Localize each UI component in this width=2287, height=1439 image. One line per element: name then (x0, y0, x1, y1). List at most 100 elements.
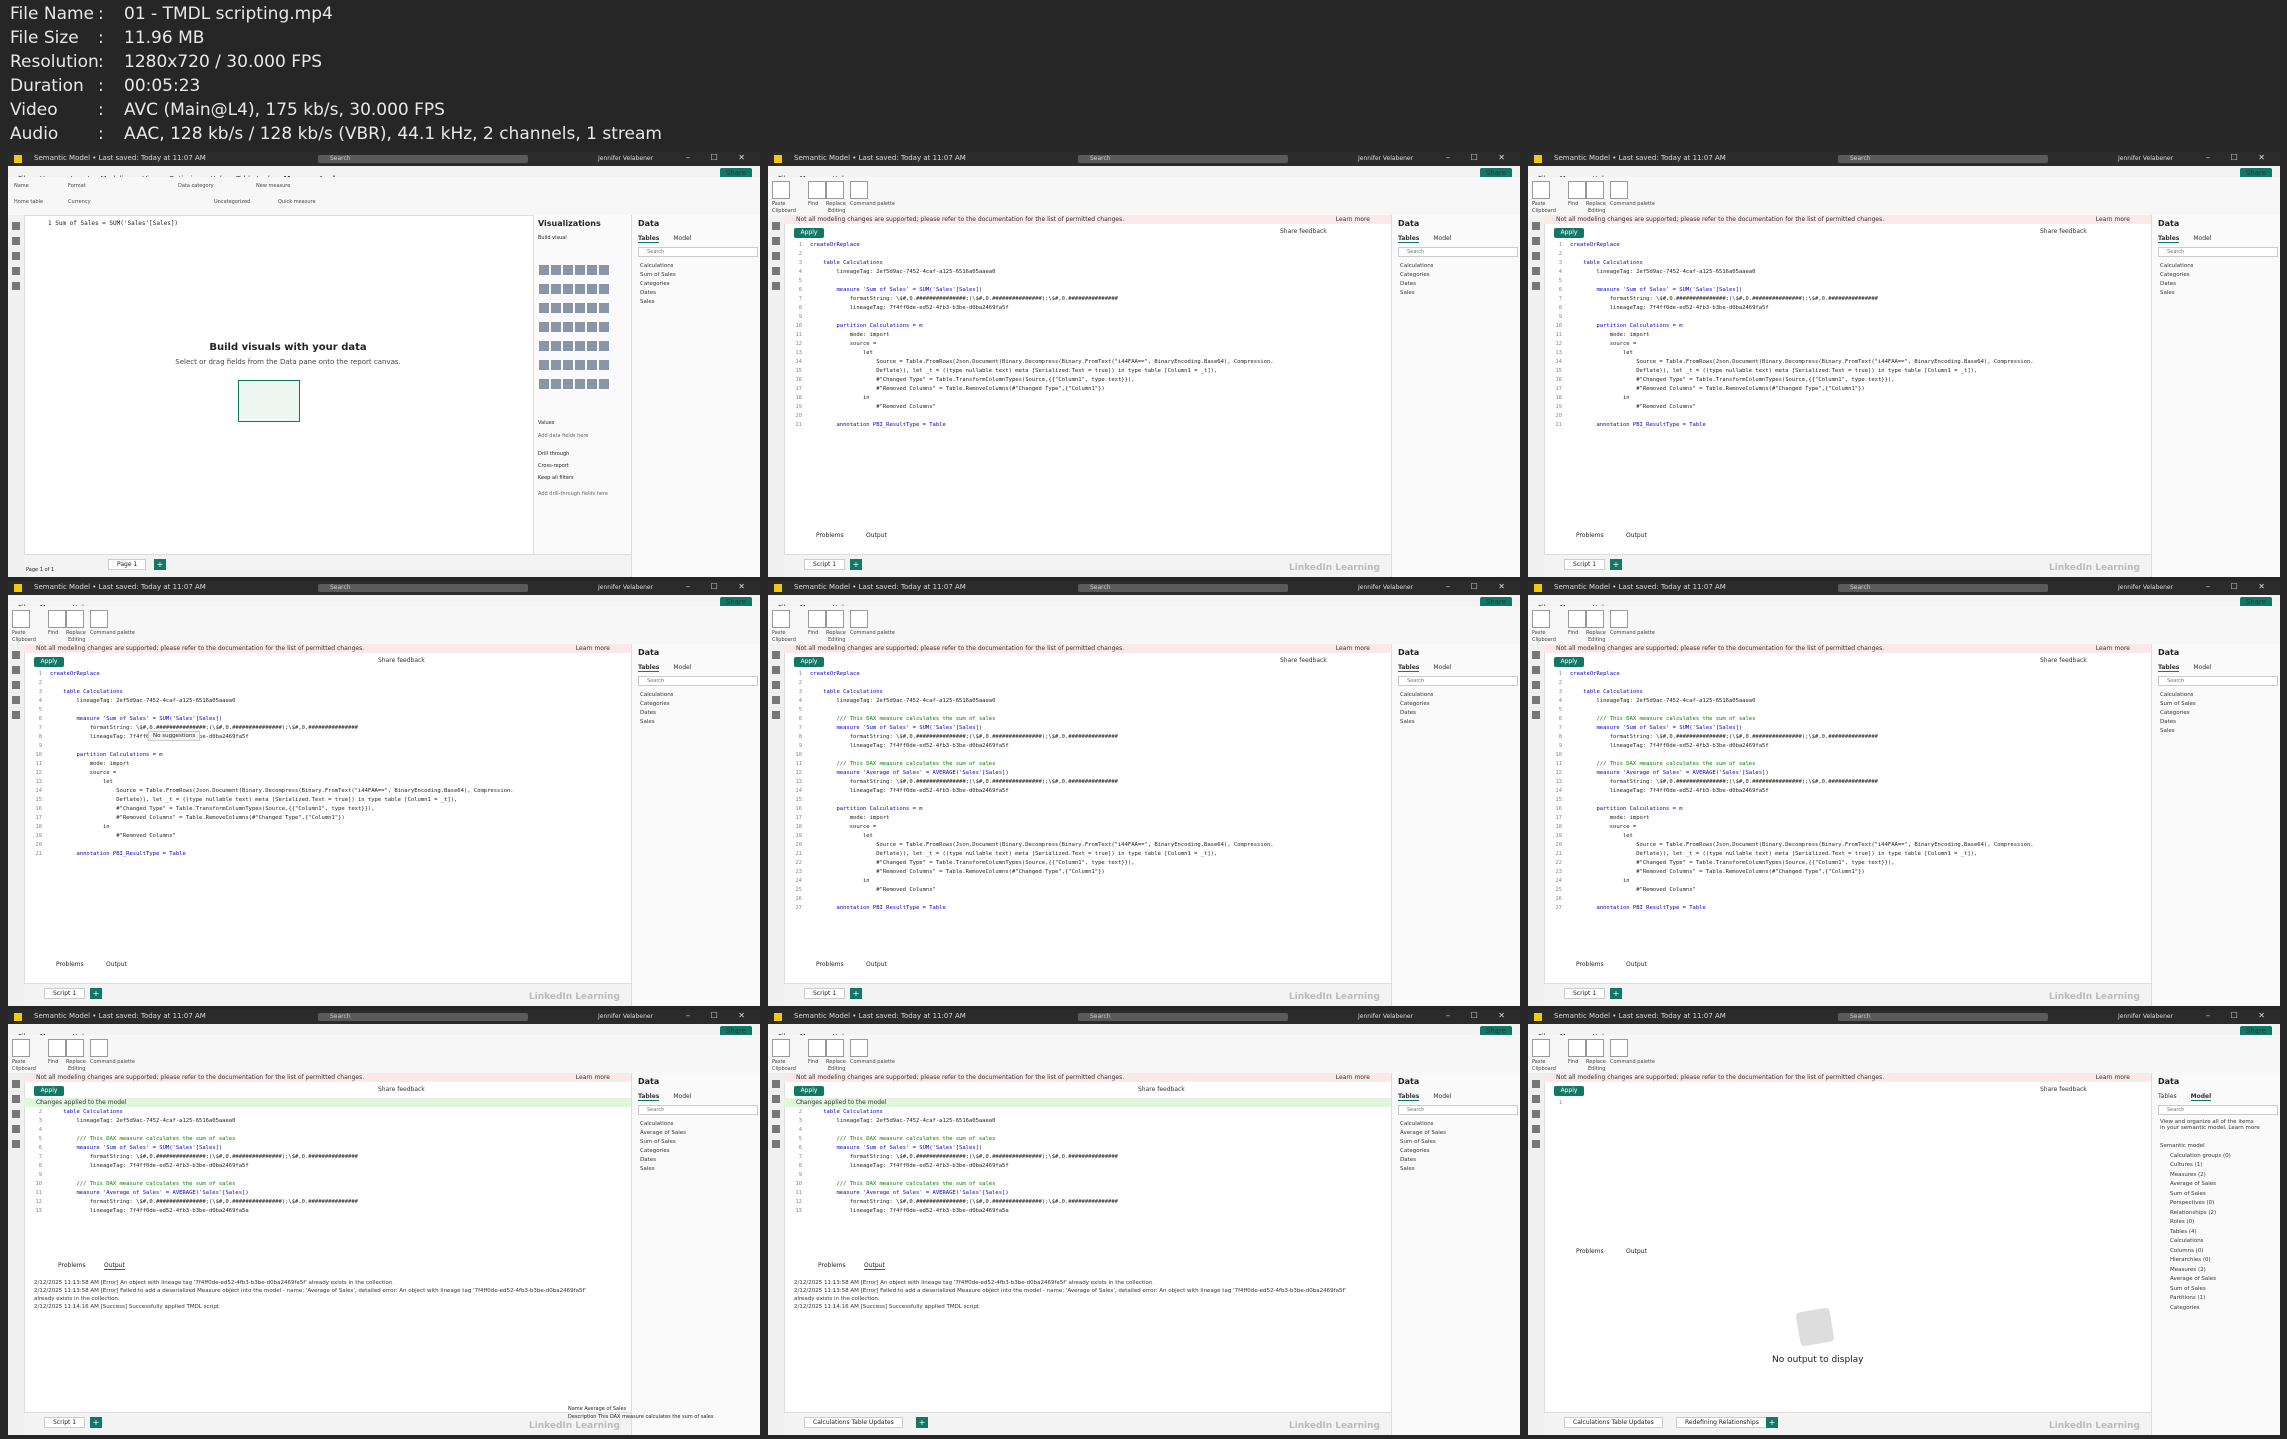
view-icon[interactable] (1532, 282, 1540, 290)
table-tree-item[interactable]: Calculations (1400, 1121, 1434, 1127)
tab-model[interactable]: Model (673, 235, 691, 242)
view-icon[interactable] (12, 711, 20, 719)
tab-tables[interactable]: Tables (1398, 235, 1420, 243)
tab-model[interactable]: Model (1433, 1093, 1451, 1100)
visual-type-icon[interactable] (563, 322, 573, 332)
visual-type-icon[interactable] (551, 341, 561, 351)
view-icon[interactable] (772, 222, 780, 230)
visual-type-icon[interactable] (587, 265, 597, 275)
command-palette-icon[interactable] (90, 610, 108, 628)
output-tab[interactable]: Output (866, 532, 887, 539)
visual-type-icon[interactable] (587, 379, 597, 389)
model-tree-item[interactable]: Sum of Sales (2170, 1191, 2206, 1197)
add-script-button[interactable]: + (1766, 1417, 1778, 1428)
clipboard-icon[interactable] (1532, 610, 1550, 628)
table-tree-item[interactable]: Calculations (2160, 263, 2194, 269)
replace-icon[interactable] (826, 610, 844, 628)
window-controls[interactable]: – ☐ ✕ (1446, 153, 1514, 162)
data-search-input[interactable]: Search (1398, 676, 1518, 686)
add-page-button[interactable]: + (154, 559, 166, 570)
view-icon[interactable] (772, 252, 780, 260)
learn-more-link[interactable]: Learn more (576, 1073, 610, 1082)
find-icon[interactable] (1568, 610, 1586, 628)
visual-type-icon[interactable] (599, 379, 609, 389)
visual-type-icon[interactable] (563, 360, 573, 370)
visual-type-icon[interactable] (599, 303, 609, 313)
clipboard-icon[interactable] (1532, 1039, 1550, 1057)
visual-type-icon[interactable] (539, 360, 549, 370)
view-icon[interactable] (1532, 222, 1540, 230)
command-palette-icon[interactable] (850, 181, 868, 199)
problems-tab[interactable]: Problems (816, 532, 844, 539)
command-palette-icon[interactable] (1610, 610, 1628, 628)
visual-type-icon[interactable] (575, 341, 585, 351)
visual-type-icon[interactable] (563, 341, 573, 351)
share-feedback-link[interactable]: Share feedback (2040, 228, 2087, 235)
apply-button[interactable]: Apply (34, 657, 64, 667)
replace-icon[interactable] (826, 1039, 844, 1057)
view-icon[interactable] (1532, 666, 1540, 674)
model-tree-item[interactable]: Average of Sales (2170, 1181, 2216, 1187)
output-tab[interactable]: Output (1626, 1248, 1647, 1255)
output-tab[interactable]: Output (1626, 961, 1647, 968)
visual-type-icon[interactable] (539, 322, 549, 332)
problems-tab[interactable]: Problems (818, 1262, 846, 1269)
tab-tables[interactable]: Tables (2158, 664, 2180, 672)
tab-tables[interactable]: Tables (638, 1093, 660, 1101)
share-feedback-link[interactable]: Share feedback (2040, 657, 2087, 664)
tmdl-editor[interactable]: 1 createOrReplace 2 3 table Calculations 4 l… (784, 242, 1392, 529)
tab-tables[interactable]: Tables (638, 664, 660, 672)
view-icon[interactable] (1532, 1140, 1540, 1148)
data-search-input[interactable]: Search (1398, 1105, 1518, 1115)
view-icon[interactable] (12, 696, 20, 704)
tmdl-editor[interactable]: 1 createOrReplace 2 3 table Calculations 4 l… (24, 671, 632, 958)
tab-model[interactable]: Model (2190, 1093, 2212, 1101)
visual-type-icon[interactable] (575, 303, 585, 313)
visual-type-icon[interactable] (599, 284, 609, 294)
view-icon[interactable] (12, 1095, 20, 1103)
share-feedback-link[interactable]: Share feedback (378, 657, 425, 664)
data-search-input[interactable]: Search (638, 247, 758, 257)
table-tree-item[interactable]: Dates (640, 290, 656, 296)
search-box[interactable]: Search (1078, 155, 1288, 163)
visual-type-icon[interactable] (587, 322, 597, 332)
script-tab[interactable]: Script 1 (44, 988, 86, 999)
view-icon[interactable] (12, 267, 20, 275)
clipboard-icon[interactable] (772, 610, 790, 628)
script-tab[interactable]: Script 1 (1564, 988, 1606, 999)
view-icon[interactable] (772, 696, 780, 704)
visual-type-icon[interactable] (563, 303, 573, 313)
problems-tab[interactable]: Problems (1576, 961, 1604, 968)
view-icon[interactable] (1532, 1110, 1540, 1118)
table-tree-item[interactable]: Sales (640, 299, 655, 305)
view-icon[interactable] (1532, 651, 1540, 659)
view-icon[interactable] (772, 1080, 780, 1088)
visual-type-icon[interactable] (587, 284, 597, 294)
apply-button[interactable]: Apply (1554, 1086, 1584, 1096)
visual-type-icon[interactable] (563, 284, 573, 294)
tab-model[interactable]: Model (1433, 664, 1451, 671)
view-icon[interactable] (12, 651, 20, 659)
data-search-input[interactable]: Search (2158, 247, 2278, 257)
table-tree-item[interactable]: Categories (640, 281, 670, 287)
tmdl-editor[interactable]: 1 (1544, 1100, 2152, 1387)
view-icon[interactable] (772, 1140, 780, 1148)
command-palette-icon[interactable] (850, 1039, 868, 1057)
find-icon[interactable] (48, 1039, 66, 1057)
visual-type-icon[interactable] (599, 360, 609, 370)
view-icon[interactable] (1532, 1080, 1540, 1088)
share-feedback-link[interactable]: Share feedback (378, 1086, 425, 1093)
model-tree-item[interactable]: Measures (2) (2170, 1267, 2206, 1273)
search-box[interactable]: Search (318, 155, 528, 163)
data-search-input[interactable]: Search (638, 676, 758, 686)
replace-icon[interactable] (1586, 1039, 1604, 1057)
model-tree-item[interactable]: Hierarchies (0) (2170, 1257, 2211, 1263)
add-script-button[interactable]: + (1610, 559, 1622, 570)
view-icon[interactable] (12, 1080, 20, 1088)
table-tree-item[interactable]: Sales (1400, 1166, 1415, 1172)
add-data-fields[interactable]: Add data fields here (538, 433, 588, 439)
share-feedback-link[interactable]: Share feedback (1280, 228, 1327, 235)
tab-tables[interactable]: Tables (2158, 1093, 2177, 1100)
model-tree-item[interactable]: Relationships (2) (2170, 1210, 2216, 1216)
table-tree-item[interactable]: Sum of Sales (1400, 1139, 1436, 1145)
